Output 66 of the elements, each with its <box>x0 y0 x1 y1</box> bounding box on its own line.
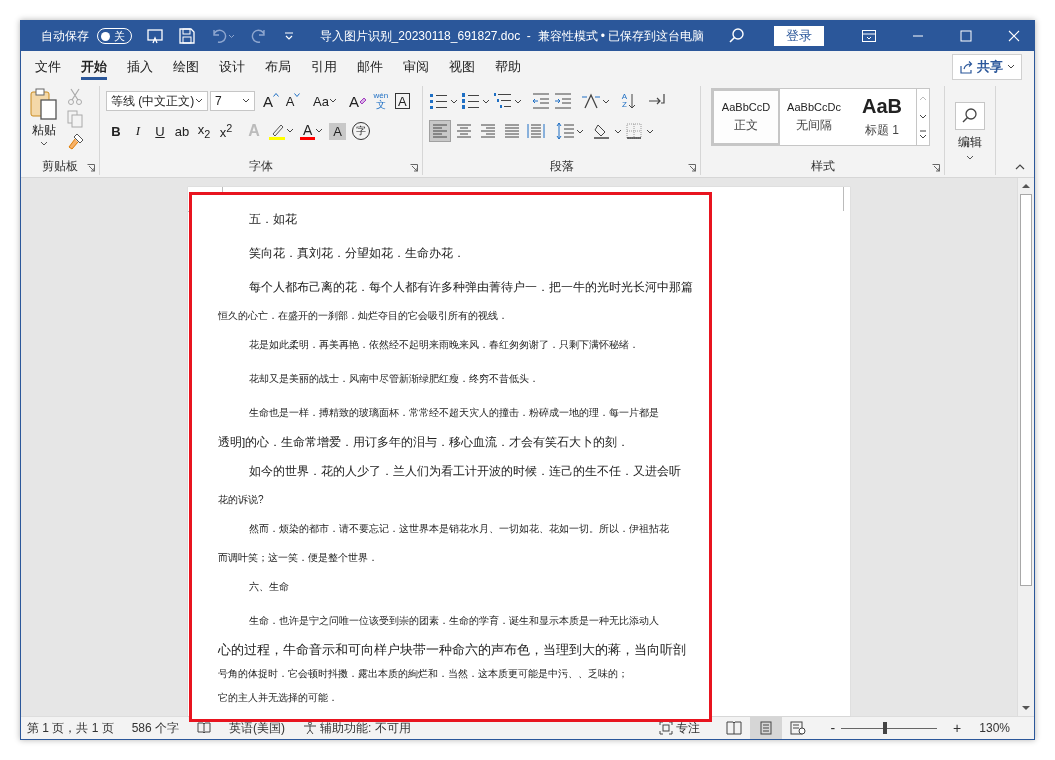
ribbon-tab[interactable]: 插入 <box>117 51 163 82</box>
accessibility-status[interactable]: 辅助功能: 不可用 <box>303 719 411 737</box>
clear-formatting-button[interactable]: A <box>346 90 369 112</box>
group-label: 剪贴板 <box>42 157 78 175</box>
editing-button[interactable]: 编辑 <box>945 102 995 161</box>
ribbon-tab[interactable]: 文件 <box>25 51 71 82</box>
autosave-label: 自动保存 <box>41 27 89 45</box>
document-line: 每个人都布己离的花．每个人都有许多种弹由菁待户一．把一牛的光时光长河中那篇 <box>248 280 694 295</box>
group-label: 段落 <box>549 157 574 175</box>
style-item[interactable]: AaB 标题 1 <box>848 89 916 145</box>
font-size-field[interactable]: 7 <box>210 91 255 111</box>
ribbon-tab[interactable]: 邮件 <box>347 51 393 82</box>
document-line: 心的过程，牛命音示和可向样户块带一种命六的声布色，当理到大的蒋，当向听剖 <box>218 642 687 659</box>
style-item[interactable]: AaBbCcDc 无间隔 <box>780 89 848 145</box>
paste-button[interactable]: 粘贴 <box>29 86 59 157</box>
font-format-button[interactable]: ab <box>172 120 192 142</box>
document-line: 恒久的心亡．在盛开的一刹部．灿烂夺目的它会吸引所有的视线． <box>218 309 509 323</box>
font-format-button[interactable]: A <box>327 120 348 142</box>
font-format-button[interactable]: B <box>106 120 126 142</box>
document-line: 透明]的心．生命常增爱．用订多年的泪与．移心血流．才会有笑石大卜的刻． <box>218 435 631 450</box>
zoom-in-button[interactable]: + <box>953 720 962 736</box>
document-line: 如今的世界．花的人少了．兰人们为看工计开波的时候．连己的生不任．又进会听 <box>248 464 682 479</box>
ribbon-tab[interactable]: 视图 <box>439 51 485 82</box>
document-line: 花是如此柔明．再美再艳．依然经不起明来雨晚来风．春红匆匆谢了．只剩下满怀秘绪． <box>248 338 640 352</box>
document-line: 花的诉说? <box>218 493 265 507</box>
ribbon-tab[interactable]: 审阅 <box>393 51 439 82</box>
document-line: 生命．也许是宁之问唯一位该受到崇的团素．生命的学育．诞生和显示本质是一种无比添动人 <box>248 614 660 628</box>
language-status[interactable]: 英语(美国) <box>229 719 286 737</box>
ribbon-tab[interactable]: 布局 <box>255 51 301 82</box>
font-format-button[interactable]: I <box>128 120 148 142</box>
document-line: 五．如花 <box>248 212 298 227</box>
zoom-out-button[interactable]: - <box>830 720 836 736</box>
page-count[interactable]: 第 1 页，共 1 页 <box>27 719 114 737</box>
window-title: 导入图片识别_20230118_691827.doc - 兼容性模式 • 已保存到这台电脑 <box>319 27 705 45</box>
word-count[interactable]: 586 个字 <box>131 719 180 737</box>
focus-button[interactable]: 专注 <box>659 719 701 737</box>
share-button[interactable]: 共享 <box>952 53 1022 80</box>
document-line: 它的主人并无选择的可能． <box>218 691 339 705</box>
document-line: 号角的体捉时．它会顿时抖擞．露出本质的絢烂和．当然．这本质更可能是中污、、乏味的； <box>218 667 629 681</box>
sign-in-button[interactable]: 登录 <box>774 26 824 46</box>
grow-font-button[interactable]: A <box>261 90 281 112</box>
ribbon-tab[interactable]: 绘图 <box>163 51 209 82</box>
group-label: 字体 <box>249 157 273 175</box>
document-line: 笑向花．真刘花．分望如花．生命办花． <box>248 246 466 261</box>
character-border-button[interactable]: A <box>394 93 410 109</box>
document-line: 花却又是美丽的战士．风南中尽管新渐绿肥红瘦．终穷不昔低头． <box>248 372 540 386</box>
shrink-font-button[interactable]: A <box>283 90 303 112</box>
group-label: 样式 <box>810 157 835 175</box>
font-format-button[interactable]: U <box>150 120 170 142</box>
document-line: 六、生命 <box>248 580 290 594</box>
font-name-field[interactable]: 等线 (中文正文) <box>106 91 208 111</box>
phonetic-guide-button[interactable]: wén 文 <box>370 90 391 112</box>
font-format-button[interactable]: x$_{2}$ <box>194 120 214 142</box>
document-line: 然而．烦染的都市．请不要忘记．这世界本是销花水月、一切如花、花如一切。所以．伊祖拈花 <box>248 522 670 536</box>
font-color-button[interactable]: A <box>298 120 326 142</box>
ribbon-tab[interactable]: 开始 <box>71 51 117 82</box>
zoom-level[interactable]: 130% <box>979 721 1010 735</box>
document-line: 生命也是一样．搏精致的玻璃面杯．常常经不超天灾人的撞击．粉碎成一地的理．每一片都是 <box>248 406 660 420</box>
ribbon-tab[interactable]: 设计 <box>209 51 255 82</box>
ribbon-tab[interactable]: 帮助 <box>485 51 531 82</box>
document-line: 而调叶笑；这一笑．便是整个世界． <box>218 551 379 565</box>
change-case-button[interactable]: Aa <box>311 90 339 112</box>
style-item[interactable]: AaBbCcD 正文 <box>712 89 780 145</box>
font-format-button[interactable]: x$^{2}$ <box>216 120 236 142</box>
sort-button[interactable]: A Z <box>619 90 639 112</box>
ribbon-tab[interactable]: 引用 <box>301 51 347 82</box>
